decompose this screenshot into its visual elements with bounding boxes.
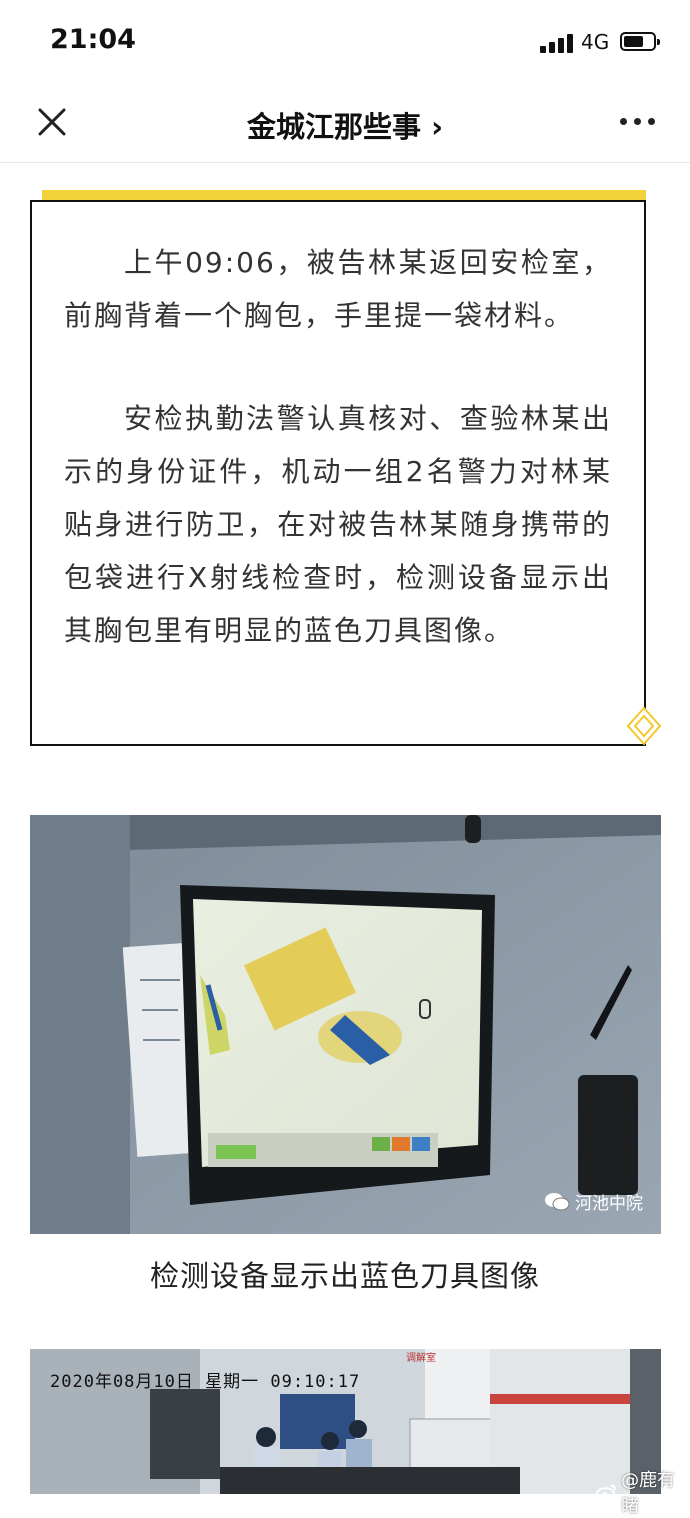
status-time: 21:04 <box>50 24 136 55</box>
weibo-watermark-text: @鹿有睹 <box>621 1470 676 1517</box>
article-paragraph: 安检执勤法警认真核对、查验林某出示的身份证件，机动一组2名警力对林某贴身进行防卫… <box>64 402 612 647</box>
network-type: 4G <box>581 30 610 54</box>
cctv-photo[interactable]: 调解室 2020年08月10日 星期一 09:10:17 <box>30 1349 661 1494</box>
account-title[interactable]: 金城江那些事 › <box>0 104 690 146</box>
accent-bar <box>42 190 646 200</box>
nav-bar: 金城江那些事 › <box>0 84 690 163</box>
image-caption: 检测设备显示出蓝色刀具图像 <box>149 1259 540 1293</box>
xray-monitor-photo[interactable]: 河池中院 <box>30 815 661 1234</box>
article-paragraph: 上午09:06，被告林某返回安检室，前胸背着一个胸包，手里提一袋材料。 <box>64 246 612 332</box>
image-watermark-text: 河池中院 <box>575 1194 643 1214</box>
signal-icon <box>540 33 574 53</box>
image-watermark: 河池中院 <box>544 1189 643 1214</box>
wechat-icon <box>545 1192 570 1210</box>
battery-icon <box>620 32 660 51</box>
weibo-icon <box>596 1484 617 1501</box>
room-sign: 调解室 <box>406 1351 436 1364</box>
more-icon[interactable] <box>620 118 656 128</box>
xray-scene-illustration <box>30 815 661 1234</box>
diamond-icon <box>626 706 662 746</box>
weibo-watermark: @鹿有睹 <box>596 1466 690 1518</box>
status-bar: 21:04 4G <box>0 0 690 84</box>
cctv-timestamp: 2020年08月10日 星期一 09:10:17 <box>50 1372 361 1392</box>
